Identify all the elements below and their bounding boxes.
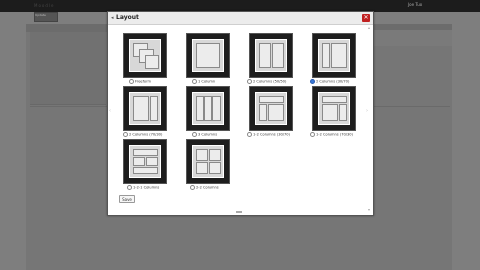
1-column-preview: [192, 39, 224, 72]
top-update-button[interactable]: Update: [34, 12, 58, 22]
scroll-down-icon[interactable]: ▾: [368, 208, 371, 212]
3-columns-preview: [192, 92, 224, 125]
layout-option-1-column[interactable]: 1 Column: [184, 33, 246, 85]
1-2-1-columns-preview: [129, 145, 161, 178]
2-columns-50-50-label: 2 Columns (50/50): [247, 79, 309, 85]
1-2-1-columns-thumbnail[interactable]: [123, 139, 167, 184]
2-columns-50-50-radio[interactable]: [247, 79, 252, 84]
1-2-columns-70-30-radio[interactable]: [310, 132, 315, 137]
app-title: Moodle: [34, 3, 55, 8]
layout-option-1-2-columns-30-70[interactable]: 1-2 Columns (30/70): [247, 86, 309, 138]
drag-handle-icon: ◂: [111, 15, 114, 21]
2-columns-70-30-preview: [129, 92, 161, 125]
1-2-1-columns-label: 1-2-1 Columns: [127, 185, 189, 191]
2-2-columns-label: 2-2 Columns: [190, 185, 252, 191]
1-2-columns-70-30-thumbnail[interactable]: [312, 86, 356, 131]
layout-option-2-columns-30-70[interactable]: 2 Columns (30/70): [310, 33, 372, 85]
left-arrow-icon: ‹: [109, 108, 111, 114]
2-columns-30-70-thumbnail[interactable]: [312, 33, 356, 78]
freeform-thumbnail[interactable]: [123, 33, 167, 78]
1-2-columns-30-70-label: 1-2 Columns (30/70): [247, 132, 309, 138]
freeform-label: Freeform: [129, 79, 191, 85]
2-columns-30-70-preview: [318, 39, 350, 72]
dialog-title: Layout: [116, 14, 139, 21]
1-2-columns-30-70-thumbnail[interactable]: [249, 86, 293, 131]
1-column-radio[interactable]: [192, 79, 197, 84]
2-columns-50-50-preview: [255, 39, 287, 72]
2-2-columns-thumbnail[interactable]: [186, 139, 230, 184]
2-columns-70-30-radio[interactable]: [123, 132, 128, 137]
1-column-label: 1 Column: [192, 79, 254, 85]
3-columns-radio[interactable]: [192, 132, 197, 137]
1-2-1-columns-radio[interactable]: [127, 185, 132, 190]
layout-dialog: ◂ Layout ✕ ‹ › ▴ ▾ Freeform 1 Column 2 C…: [107, 11, 374, 216]
scroll-up-icon[interactable]: ▴: [368, 26, 371, 30]
2-columns-30-70-label: 2 Columns (30/70): [310, 79, 372, 85]
2-columns-70-30-thumbnail[interactable]: [123, 86, 167, 131]
background-panel: [30, 32, 106, 105]
layout-option-freeform[interactable]: Freeform: [121, 33, 183, 85]
layout-option-1-2-1-columns[interactable]: 1-2-1 Columns: [121, 139, 183, 191]
2-2-columns-radio[interactable]: [190, 185, 195, 190]
2-2-columns-preview: [192, 145, 224, 178]
3-columns-label: 3 Columns: [192, 132, 254, 138]
dialog-header[interactable]: ◂ Layout ✕: [108, 12, 373, 25]
layout-option-2-columns-70-30[interactable]: 2 Columns (70/30): [121, 86, 183, 138]
1-column-thumbnail[interactable]: [186, 33, 230, 78]
close-button[interactable]: ✕: [362, 14, 370, 22]
1-2-columns-70-30-preview: [318, 92, 350, 125]
2-columns-30-70-radio[interactable]: [310, 79, 315, 84]
save-button[interactable]: Save: [119, 195, 135, 203]
layout-option-1-2-columns-70-30[interactable]: 1-2 Columns (70/30): [310, 86, 372, 138]
layout-option-2-2-columns[interactable]: 2-2 Columns: [184, 139, 246, 191]
top-update-label: Update: [35, 13, 46, 17]
layout-option-2-columns-50-50[interactable]: 2 Columns (50/50): [247, 33, 309, 85]
background-side-panel: [372, 30, 452, 46]
dialog-resize-handle[interactable]: [236, 211, 242, 213]
freeform-radio[interactable]: [129, 79, 134, 84]
layout-option-3-columns[interactable]: 3 Columns: [184, 86, 246, 138]
3-columns-thumbnail[interactable]: [186, 86, 230, 131]
user-name[interactable]: Joe Tuo: [408, 2, 422, 7]
2-columns-50-50-thumbnail[interactable]: [249, 33, 293, 78]
freeform-preview: [129, 39, 161, 72]
1-2-columns-70-30-label: 1-2 Columns (70/30): [310, 132, 372, 138]
1-2-columns-30-70-preview: [255, 92, 287, 125]
2-columns-70-30-label: 2 Columns (70/30): [123, 132, 185, 138]
1-2-columns-30-70-radio[interactable]: [247, 132, 252, 137]
